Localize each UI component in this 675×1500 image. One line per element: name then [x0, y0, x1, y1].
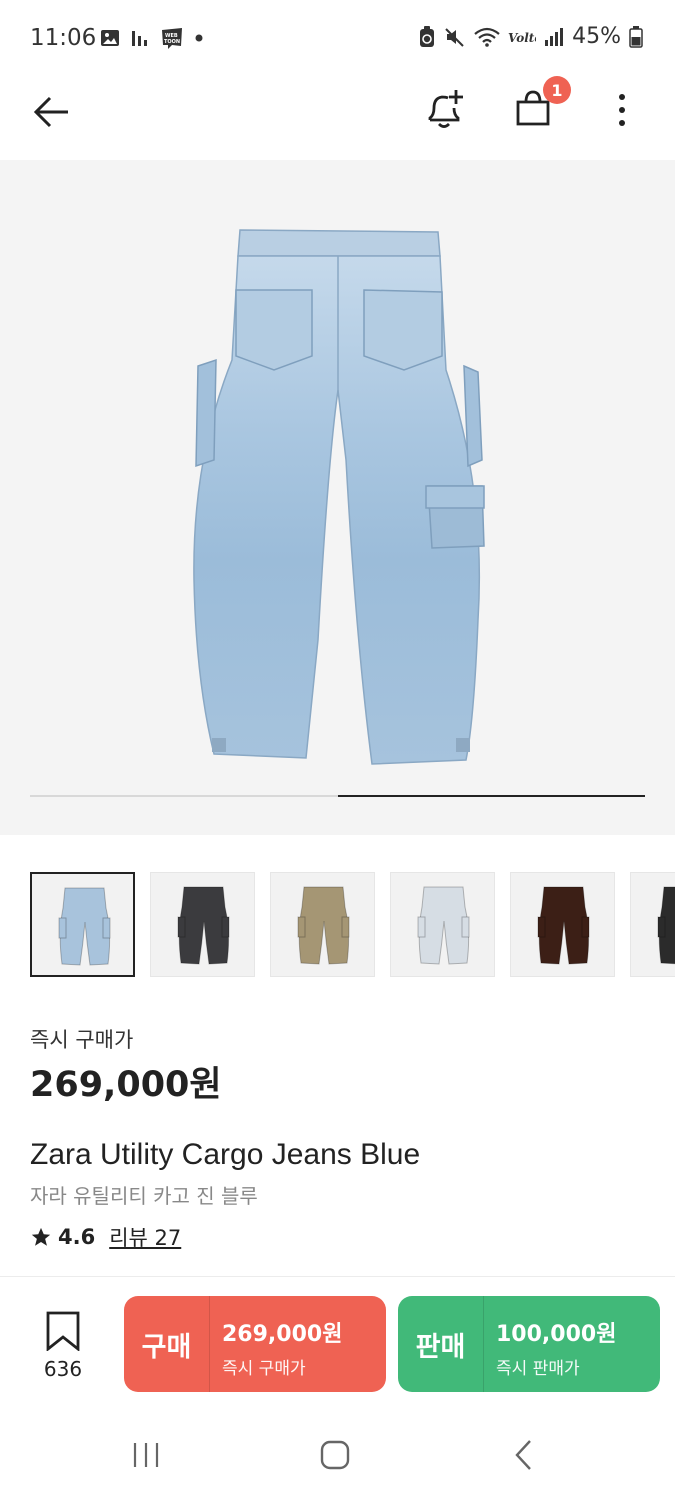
- battery-icon: [629, 25, 643, 48]
- instant-buy-price-label: 즉시 구매가: [30, 1028, 134, 1052]
- mute-icon: [445, 27, 464, 47]
- thumbnail-pale-blue-cargo-jeans[interactable]: [390, 872, 495, 977]
- volte-icon: Volte: [508, 31, 536, 45]
- system-nav-bar: [0, 1405, 675, 1500]
- chevron-left-icon: [515, 1440, 531, 1470]
- home-icon: [320, 1440, 350, 1470]
- thumbnail-brown-cargo-pants[interactable]: [510, 872, 615, 977]
- cart-count-badge: 1: [543, 76, 571, 104]
- image-progress-indicator: [337, 795, 645, 797]
- review-link[interactable]: 리뷰 27: [109, 1222, 181, 1252]
- app-header: 1: [0, 74, 675, 160]
- webtoon-icon: WEBTOON: [162, 28, 182, 49]
- sell-sublabel: 즉시 판매가: [496, 1359, 580, 1379]
- more-options-button[interactable]: [600, 88, 644, 132]
- product-name-korean: 자라 유틸리티 카고 진 블루: [30, 1184, 258, 1208]
- buy-details: 269,000원 즉시 구매가: [210, 1296, 342, 1392]
- buy-button[interactable]: 구매 269,000원 즉시 구매가: [124, 1296, 386, 1392]
- product-image: [193, 229, 485, 765]
- rating-value: 4.6: [58, 1225, 96, 1249]
- buy-label: 구매: [124, 1296, 210, 1392]
- rating-row: 4.6 리뷰 27: [30, 1222, 181, 1252]
- alert-button[interactable]: [420, 86, 468, 134]
- svg-text:TOON: TOON: [164, 39, 180, 45]
- product-image-carousel[interactable]: [0, 160, 675, 835]
- thumbnail-black-cargo-jeans[interactable]: [150, 872, 255, 977]
- recent-apps-icon: [133, 1443, 159, 1467]
- more-vertical-icon: [619, 94, 625, 126]
- sell-price: 100,000원: [496, 1322, 617, 1347]
- thumbnail-image: [297, 886, 350, 965]
- dot-icon: [195, 34, 203, 42]
- thumbnail-image: [177, 886, 230, 965]
- signal-icon: [545, 27, 564, 46]
- star-icon: [31, 1227, 51, 1246]
- bookmark-icon: [46, 1311, 80, 1351]
- svg-text:Volte: Volte: [508, 31, 536, 45]
- buy-price: 269,000원: [222, 1322, 343, 1347]
- home-button[interactable]: [305, 1435, 365, 1475]
- status-right-icons: Volte 45%: [418, 24, 643, 49]
- status-bar: 11:06 WEBTOON Volte 45%: [0, 0, 675, 74]
- bottom-action-bar: 636 구매 269,000원 즉시 구매가 판매 100,000원 즉시 판매…: [0, 1277, 675, 1405]
- sell-details: 100,000원 즉시 판매가: [484, 1296, 616, 1392]
- thumbnail-image: [537, 886, 590, 965]
- arrow-left-icon: [33, 96, 68, 128]
- thumbnail-image: [417, 886, 470, 965]
- bookmark-button[interactable]: 636: [28, 1305, 98, 1385]
- battery-percent: 45%: [572, 24, 621, 49]
- stats-icon: [132, 31, 147, 46]
- back-button[interactable]: [28, 88, 76, 136]
- product-name: Zara Utility Cargo Jeans Blue: [30, 1138, 421, 1171]
- thumbnail-row: [30, 872, 675, 978]
- cart-button[interactable]: 1: [511, 76, 571, 130]
- bell-plus-icon: [428, 90, 463, 128]
- thumbnail-image: [58, 887, 111, 966]
- back-nav-button[interactable]: [494, 1435, 554, 1475]
- image-progress-track: [30, 795, 645, 797]
- sell-label: 판매: [398, 1296, 484, 1392]
- gallery-icon: [101, 30, 119, 46]
- sell-button[interactable]: 판매 100,000원 즉시 판매가: [398, 1296, 660, 1392]
- thumbnail-light-blue-cargo-jeans[interactable]: [30, 872, 135, 977]
- thumbnail-image: [657, 886, 675, 965]
- recycle-icon: [420, 25, 435, 47]
- recent-apps-button[interactable]: [116, 1435, 176, 1475]
- bookmark-count: 636: [43, 1357, 83, 1381]
- wifi-icon: [474, 27, 500, 47]
- thumbnail-khaki-cargo-pants[interactable]: [270, 872, 375, 977]
- instant-buy-price: 269,000원: [30, 1065, 222, 1105]
- buy-sublabel: 즉시 구매가: [222, 1359, 306, 1379]
- thumbnail-dark-cargo-jeans[interactable]: [630, 872, 675, 977]
- status-left-icons: WEB TOON: [100, 26, 204, 50]
- status-time: 11:06: [30, 25, 97, 51]
